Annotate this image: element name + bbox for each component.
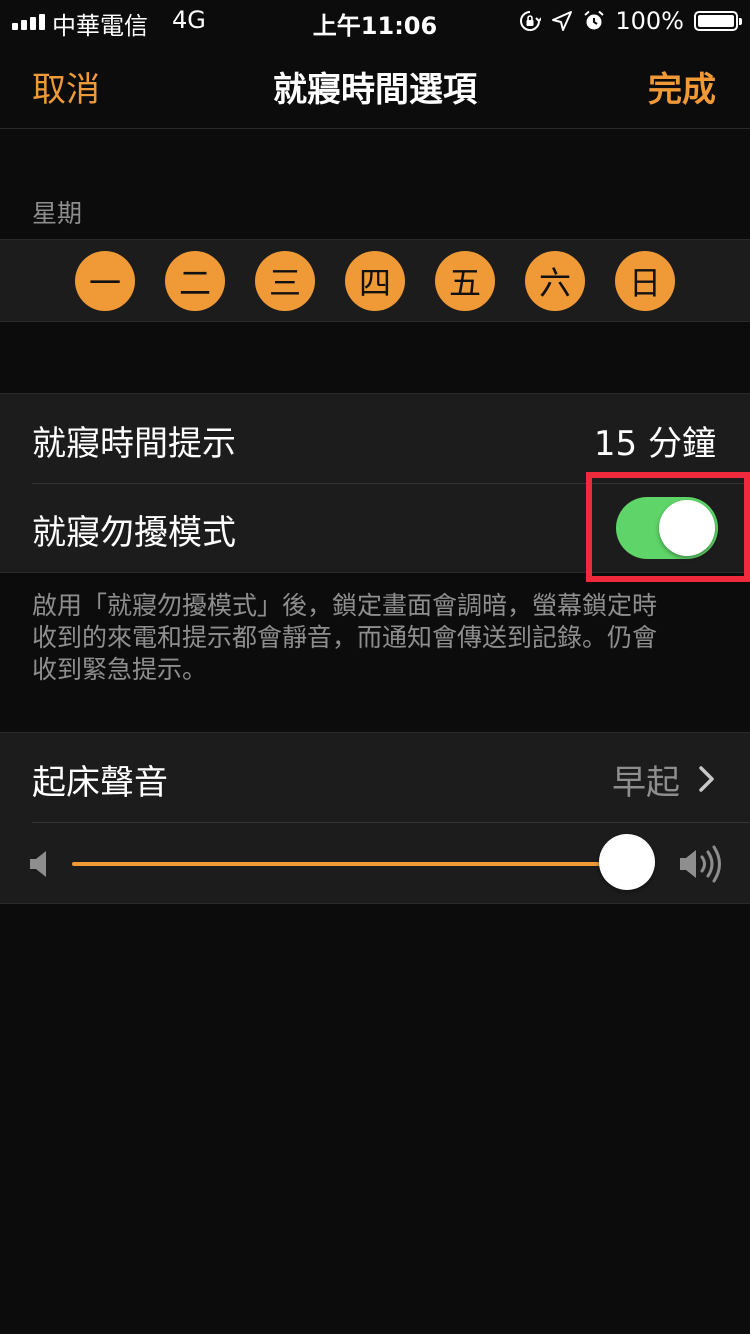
location-arrow-icon: [552, 11, 573, 31]
bedtime-reminder-row[interactable]: 就寢時間提示 15 分鐘: [0, 394, 750, 483]
day-wednesday-button[interactable]: 三: [255, 251, 315, 311]
bedtime-reminder-label: 就寢時間提示: [32, 424, 236, 464]
weekday-selector: 一 二 三 四 五 六 日: [0, 239, 750, 322]
volume-high-icon: [680, 845, 721, 883]
highlight-box: [586, 472, 750, 582]
weekday-section-label: 星期: [32, 199, 83, 228]
day-thursday-button[interactable]: 四: [345, 251, 405, 311]
bedtime-reminder-value: 15 分鐘: [593, 424, 716, 464]
status-bar: 中華電信 4G 上午11:06 100%: [0, 0, 750, 40]
volume-low-icon: [30, 851, 46, 877]
day-monday-button[interactable]: 一: [75, 251, 135, 311]
battery-percent: 100%: [615, 7, 684, 35]
status-indicators: 100%: [519, 6, 742, 36]
wake-sound-value: 早起: [612, 763, 680, 803]
orientation-lock-icon: [520, 11, 542, 31]
dnd-footnote-line-2: 收到的來電和提示都會靜音，而通知會傳送到記錄。仍會: [32, 623, 658, 652]
bedtime-dnd-label: 就寢勿擾模式: [32, 513, 236, 553]
dnd-footnote-line-1: 啟用「就寢勿擾模式」後，鎖定畫面會調暗，螢幕鎖定時: [32, 591, 658, 620]
volume-slider[interactable]: [72, 862, 632, 866]
volume-slider-thumb[interactable]: [599, 834, 655, 890]
day-sunday-button[interactable]: 日: [615, 251, 675, 311]
navigation-bar: 取消 就寢時間選項 完成: [0, 40, 750, 129]
wake-sound-row[interactable]: 起床聲音 早起: [0, 733, 750, 822]
chevron-right-icon: [699, 766, 714, 792]
volume-slider-row: [0, 822, 750, 903]
day-tuesday-button[interactable]: 二: [165, 251, 225, 311]
done-button[interactable]: 完成: [648, 62, 716, 111]
wake-sound-group: 起床聲音 早起: [0, 732, 750, 904]
day-saturday-button[interactable]: 六: [525, 251, 585, 311]
battery-icon: [694, 11, 742, 31]
page-title: 就寢時間選項: [273, 70, 477, 110]
dnd-footnote-line-3: 收到緊急提示。: [32, 655, 208, 684]
wake-sound-label: 起床聲音: [32, 763, 168, 803]
dnd-footnote: 啟用「就寢勿擾模式」後，鎖定畫面會調暗，螢幕鎖定時 收到的來電和提示都會靜音，而…: [32, 590, 712, 686]
volume-slider-fill: [72, 862, 627, 866]
day-friday-button[interactable]: 五: [435, 251, 495, 311]
alarm-clock-icon: [584, 10, 605, 30]
